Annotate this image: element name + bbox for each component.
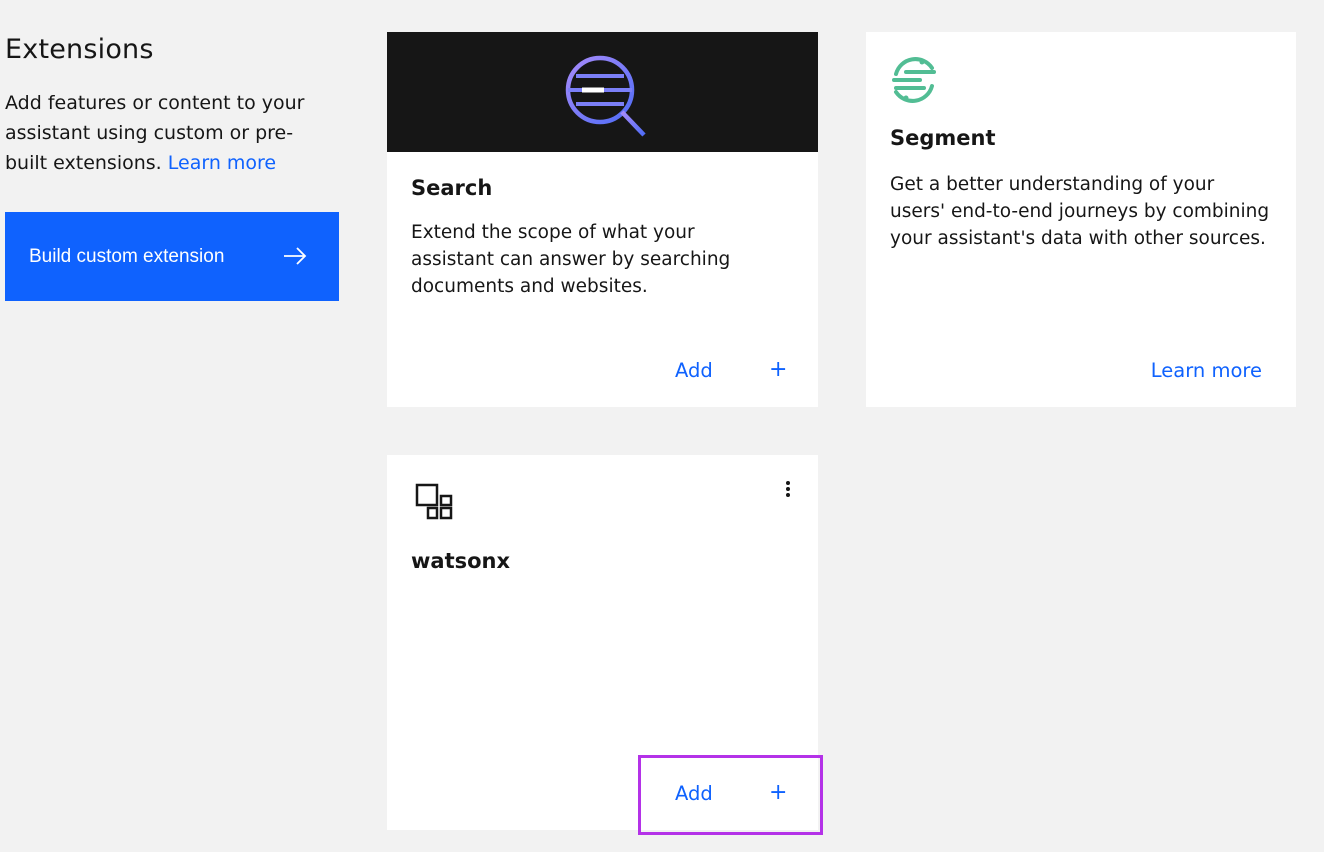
watsonx-add-button[interactable]: Add + <box>675 780 795 812</box>
segment-extension-card: Segment Get a better understanding of yo… <box>866 32 1296 407</box>
segment-learn-more-link[interactable]: Learn more <box>1151 359 1262 382</box>
watsonx-add-label: Add <box>675 782 713 805</box>
plus-icon: + <box>769 357 788 382</box>
watsonx-add-highlight: Add + <box>638 755 823 835</box>
learn-more-link[interactable]: Learn more <box>168 152 276 174</box>
arrow-right-icon <box>284 247 307 265</box>
plus-icon: + <box>769 780 788 805</box>
page-title: Extensions <box>5 34 154 65</box>
search-add-button[interactable]: Add + <box>675 357 795 389</box>
watsonx-extension-card: watsonx Add + <box>387 455 823 835</box>
build-custom-extension-button[interactable]: Build custom extension <box>5 212 339 301</box>
search-magnifier-icon <box>565 55 646 137</box>
search-card-description: Extend the scope of what your assistant … <box>411 222 731 297</box>
segment-card-title: Segment <box>890 126 996 150</box>
app-tiles-icon <box>415 483 453 520</box>
build-custom-extension-label: Build custom extension <box>29 246 225 267</box>
search-banner <box>387 32 818 152</box>
search-card-title: Search <box>411 176 493 200</box>
search-extension-card: Search Extend the scope of what your ass… <box>387 32 818 407</box>
watsonx-card-title: watsonx <box>411 549 511 573</box>
intro-text: Add features or content to your assistan… <box>5 88 325 178</box>
segment-logo-icon <box>892 57 936 103</box>
search-add-label: Add <box>675 359 713 382</box>
segment-card-description: Get a better understanding of your users… <box>890 174 1270 249</box>
overflow-menu-icon[interactable] <box>779 481 797 501</box>
